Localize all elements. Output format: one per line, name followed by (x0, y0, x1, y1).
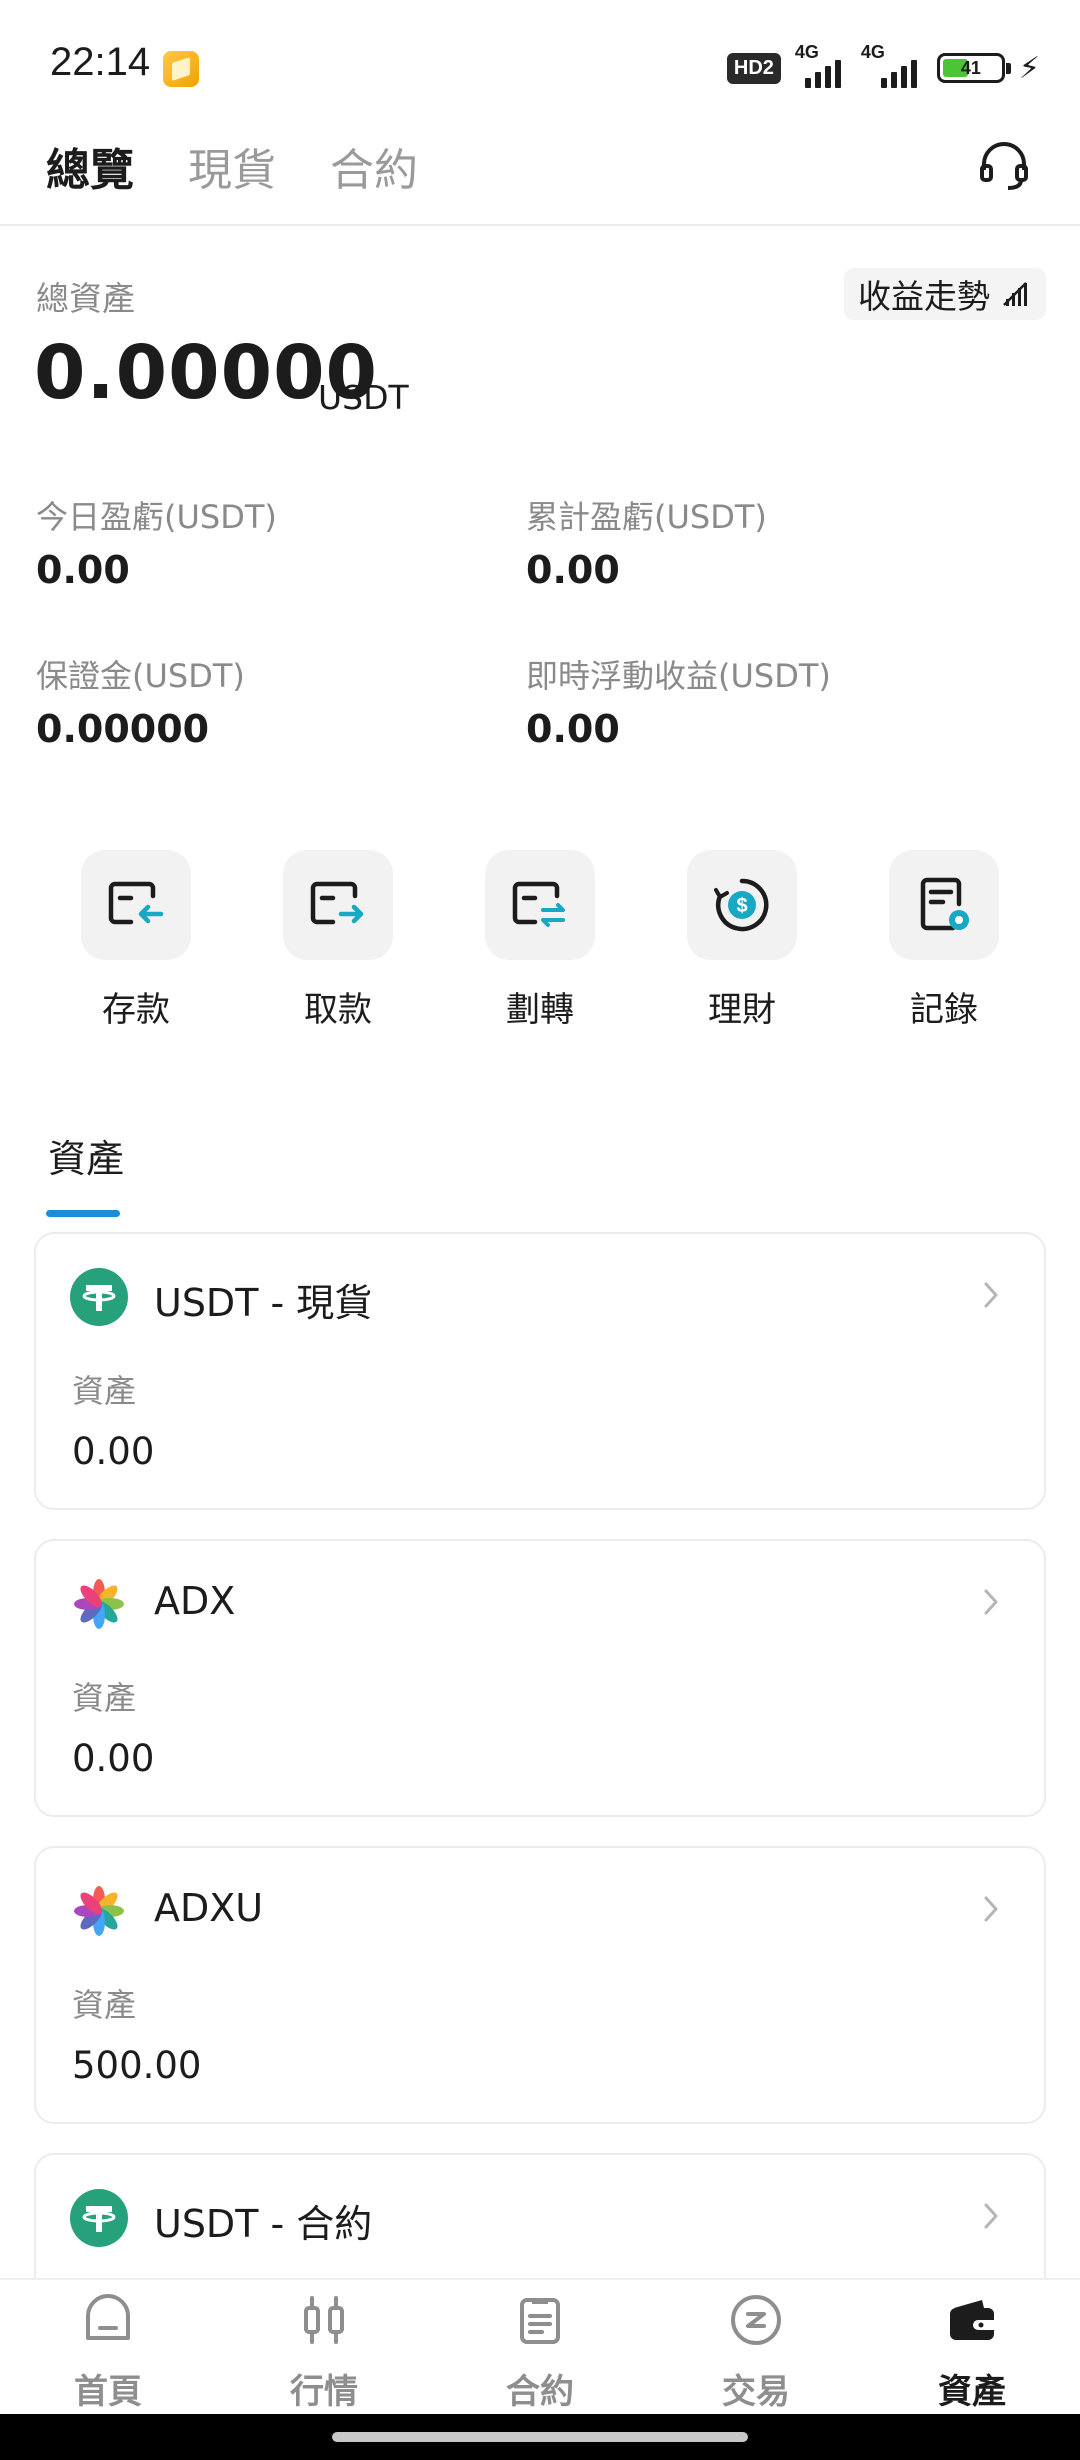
tab-spot[interactable]: 現貨 (188, 134, 276, 198)
asset-card-adxu[interactable]: ADXU 資產 500.00 (34, 1846, 1046, 2124)
nav-contract[interactable]: 合約 (460, 2292, 620, 2413)
stat-value: 0.00 (526, 548, 620, 592)
tab-contract[interactable]: 合約 (330, 134, 418, 198)
home-indicator[interactable] (332, 2432, 748, 2442)
asset-name: USDT - 現貨 (154, 1281, 373, 1325)
quick-actions: 存款 取款 劃轉 $ 理財 記錄 (0, 850, 1080, 1030)
network-type-label: 4G (860, 42, 885, 62)
bottom-nav: 首頁 行情 合約 交易 資產 (0, 2278, 1080, 2414)
svg-text:$: $ (736, 895, 747, 917)
adx-logo-icon (74, 1886, 124, 1936)
status-time: 22:14 (50, 40, 151, 84)
withdraw-button[interactable]: 取款 (258, 850, 418, 1031)
action-label: 取款 (304, 990, 372, 1030)
status-indicators: HD2 4G 4G 41 ⚡ (726, 42, 1040, 90)
cumulative-pnl-stat: 累計盈虧(USDT) 0.00 (526, 492, 767, 592)
hd-voice-icon: HD2 (726, 52, 781, 84)
wallet-icon (950, 2300, 994, 2340)
nav-home[interactable]: 首頁 (28, 2292, 188, 2413)
finance-icon: $ (714, 878, 769, 932)
nav-assets[interactable]: 資產 (892, 2292, 1052, 2413)
signal-icon: 4G (861, 42, 923, 88)
tab-assets-underline (46, 1210, 120, 1217)
asset-name: ADXU (154, 1886, 264, 1930)
tether-icon (70, 2189, 128, 2247)
bolt-icon: ⚡ (1018, 50, 1040, 86)
top-tab-bar: 總覽 現貨 合約 (0, 110, 1080, 226)
withdraw-icon (310, 881, 364, 925)
stat-label: 累計盈虧(USDT) (526, 498, 767, 536)
asset-name: USDT - 合約 (154, 2202, 373, 2246)
floating-pnl-stat: 即時浮動收益(USDT) 0.00 (526, 651, 831, 751)
nav-label: 合約 (506, 2372, 574, 2412)
asset-value: 500.00 (72, 2044, 202, 2087)
nav-label: 行情 (290, 2372, 358, 2412)
home-icon (86, 2294, 130, 2340)
tab-overview[interactable]: 總覽 (46, 134, 134, 198)
asset-sub-label: 資產 (72, 1986, 137, 2024)
deposit-button[interactable]: 存款 (56, 850, 216, 1031)
stat-label: 保證金(USDT) (36, 657, 245, 695)
battery-icon: 41 (936, 53, 1011, 83)
chart-bars-icon (1003, 282, 1027, 306)
asset-sub-label: 資產 (72, 1679, 137, 1717)
chevron-right-icon (984, 1896, 998, 1922)
status-bar: 22:14 HD2 4G 4G 41 ⚡ (0, 0, 1080, 110)
action-label: 記錄 (910, 990, 978, 1030)
chevron-right-icon (984, 1589, 998, 1615)
nav-label: 資產 (938, 2372, 1006, 2412)
chevron-right-icon (984, 1282, 998, 1308)
signal-icon: 4G (795, 42, 847, 88)
trade-icon (731, 2295, 781, 2345)
chevron-right-icon (984, 2203, 998, 2229)
records-icon (920, 877, 969, 931)
action-label: 存款 (102, 990, 170, 1030)
tether-icon (70, 1268, 128, 1326)
nav-label: 首頁 (74, 2372, 142, 2412)
asset-value: 0.00 (72, 1737, 155, 1780)
transfer-button[interactable]: 劃轉 (460, 850, 620, 1031)
battery-level: 41 (960, 57, 981, 78)
finance-button[interactable]: $ 理財 (662, 850, 822, 1031)
stat-label: 今日盈虧(USDT) (36, 498, 277, 536)
stat-value: 0.00000 (36, 707, 210, 751)
nav-trade[interactable]: 交易 (676, 2292, 836, 2413)
adx-logo-icon (74, 1579, 124, 1629)
contract-icon (520, 2298, 560, 2344)
total-assets-unit: USDT (318, 378, 409, 417)
nav-market[interactable]: 行情 (244, 2292, 404, 2413)
profit-trend-label: 收益走勢 (858, 277, 990, 316)
stat-value: 0.00 (36, 548, 130, 592)
today-pnl-stat: 今日盈虧(USDT) 0.00 (36, 492, 277, 592)
gesture-bar (0, 2414, 1080, 2460)
transfer-icon (512, 881, 565, 927)
asset-name: ADX (154, 1579, 236, 1623)
action-label: 理財 (708, 990, 776, 1030)
asset-card-adx[interactable]: ADX 資產 0.00 (34, 1539, 1046, 1817)
asset-card-usdt-spot[interactable]: USDT - 現貨 資產 0.00 (34, 1232, 1046, 1510)
notification-app-icon (163, 51, 199, 87)
stat-value: 0.00 (526, 707, 620, 751)
tab-assets[interactable]: 資產 (48, 1128, 124, 1183)
profit-trend-button[interactable]: 收益走勢 (844, 268, 1046, 320)
headset-icon[interactable] (976, 138, 1032, 194)
market-icon (304, 2296, 344, 2344)
deposit-icon (108, 881, 164, 925)
stat-label: 即時浮動收益(USDT) (526, 657, 831, 695)
action-label: 劃轉 (506, 990, 574, 1030)
asset-value: 0.00 (72, 1430, 155, 1473)
asset-sub-label: 資產 (72, 1372, 137, 1410)
nav-label: 交易 (722, 2372, 790, 2412)
records-button[interactable]: 記錄 (864, 850, 1024, 1031)
margin-stat: 保證金(USDT) 0.00000 (36, 651, 245, 751)
network-type-label: 4G (794, 42, 819, 62)
total-assets-label: 總資產 (36, 279, 135, 318)
